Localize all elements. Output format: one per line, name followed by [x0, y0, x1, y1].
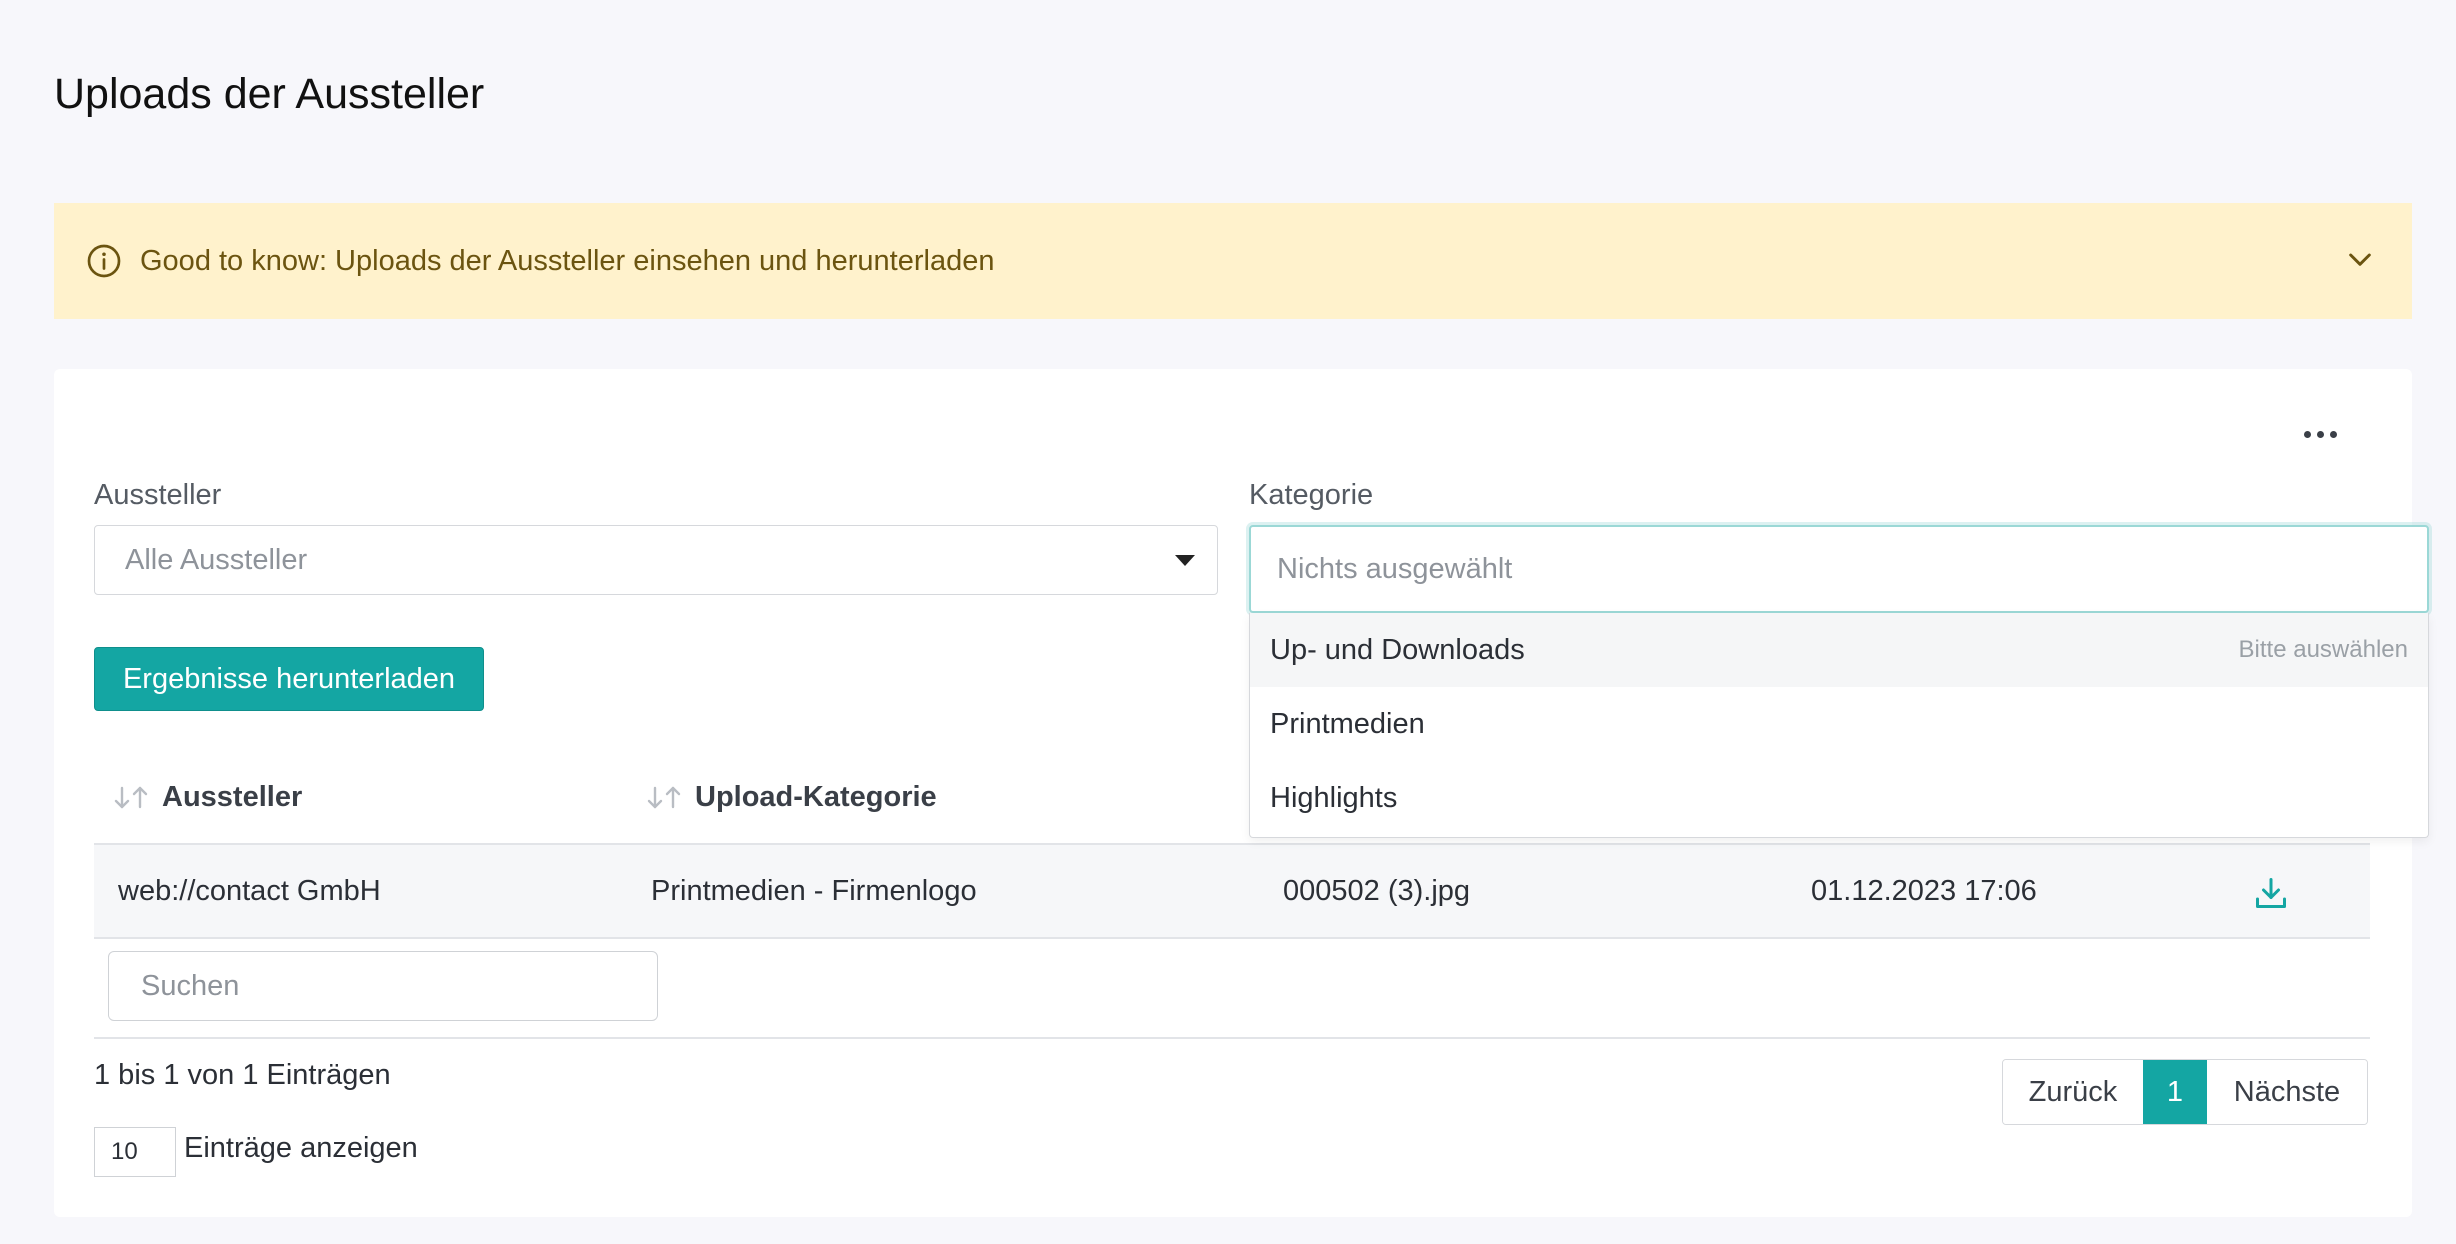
page-title: Uploads der Aussteller: [54, 70, 485, 118]
prev-page-button[interactable]: Zurück: [2003, 1060, 2143, 1124]
category-select[interactable]: Nichts ausgewählt: [1249, 525, 2429, 613]
banner-text: Good to know: Uploads der Aussteller ein…: [140, 244, 995, 277]
page-1-button[interactable]: 1: [2143, 1060, 2207, 1124]
exhibitor-select[interactable]: Alle Aussteller: [94, 525, 1218, 595]
sort-icon: [114, 786, 148, 808]
sort-icon: [647, 786, 681, 808]
info-icon: [87, 244, 121, 278]
chevron-down-icon[interactable]: [2344, 243, 2376, 275]
page-length-select[interactable]: 10: [94, 1127, 176, 1177]
divider: [94, 1037, 2370, 1039]
option-label: Up- und Downloads: [1270, 633, 1525, 666]
cell-exhibitor: web://contact GmbH: [118, 875, 381, 907]
category-option-highlights[interactable]: Highlights: [1250, 761, 2428, 835]
search-input[interactable]: Suchen: [108, 951, 658, 1021]
cell-date: 01.12.2023 17:06: [1811, 875, 2037, 907]
category-dropdown: Up- und Downloads Bitte auswählen Printm…: [1249, 613, 2429, 838]
category-label: Kategorie: [1249, 479, 1374, 511]
download-results-button[interactable]: Ergebnisse herunterladen: [94, 647, 484, 711]
page-length-label: Einträge anzeigen: [184, 1132, 418, 1164]
column-header-exhibitor[interactable]: Aussteller: [112, 781, 302, 814]
cell-category: Printmedien - Firmenlogo: [651, 875, 977, 907]
caret-down-icon: [1175, 555, 1195, 566]
exhibitor-label: Aussteller: [94, 479, 222, 511]
divider: [94, 937, 2370, 939]
column-header-label: Upload-Kategorie: [695, 781, 937, 813]
next-page-button[interactable]: Nächste: [2207, 1060, 2367, 1124]
option-label: Highlights: [1270, 781, 1398, 814]
column-header-label: Aussteller: [162, 781, 303, 813]
uploads-card: Aussteller Alle Aussteller Kategorie Nic…: [54, 369, 2429, 1217]
info-banner[interactable]: Good to know: Uploads der Aussteller ein…: [54, 203, 2412, 319]
download-icon[interactable]: [2253, 875, 2289, 911]
category-select-value: Nichts ausgewählt: [1277, 552, 1513, 585]
option-label: Printmedien: [1270, 707, 1425, 740]
column-header-category[interactable]: Upload-Kategorie: [645, 781, 937, 814]
category-option-printmedien[interactable]: Printmedien: [1250, 687, 2428, 761]
search-placeholder: Suchen: [141, 969, 240, 1002]
option-hint: Bitte auswählen: [2238, 636, 2408, 663]
category-option-up-downloads[interactable]: Up- und Downloads Bitte auswählen: [1250, 613, 2428, 687]
cell-file: 000502 (3).jpg: [1283, 875, 1471, 907]
entries-info: 1 bis 1 von 1 Einträgen: [94, 1059, 391, 1091]
more-options-icon[interactable]: [2304, 425, 2348, 445]
pagination: Zurück 1 Nächste: [2002, 1059, 2368, 1125]
exhibitor-select-value: Alle Aussteller: [125, 543, 308, 576]
